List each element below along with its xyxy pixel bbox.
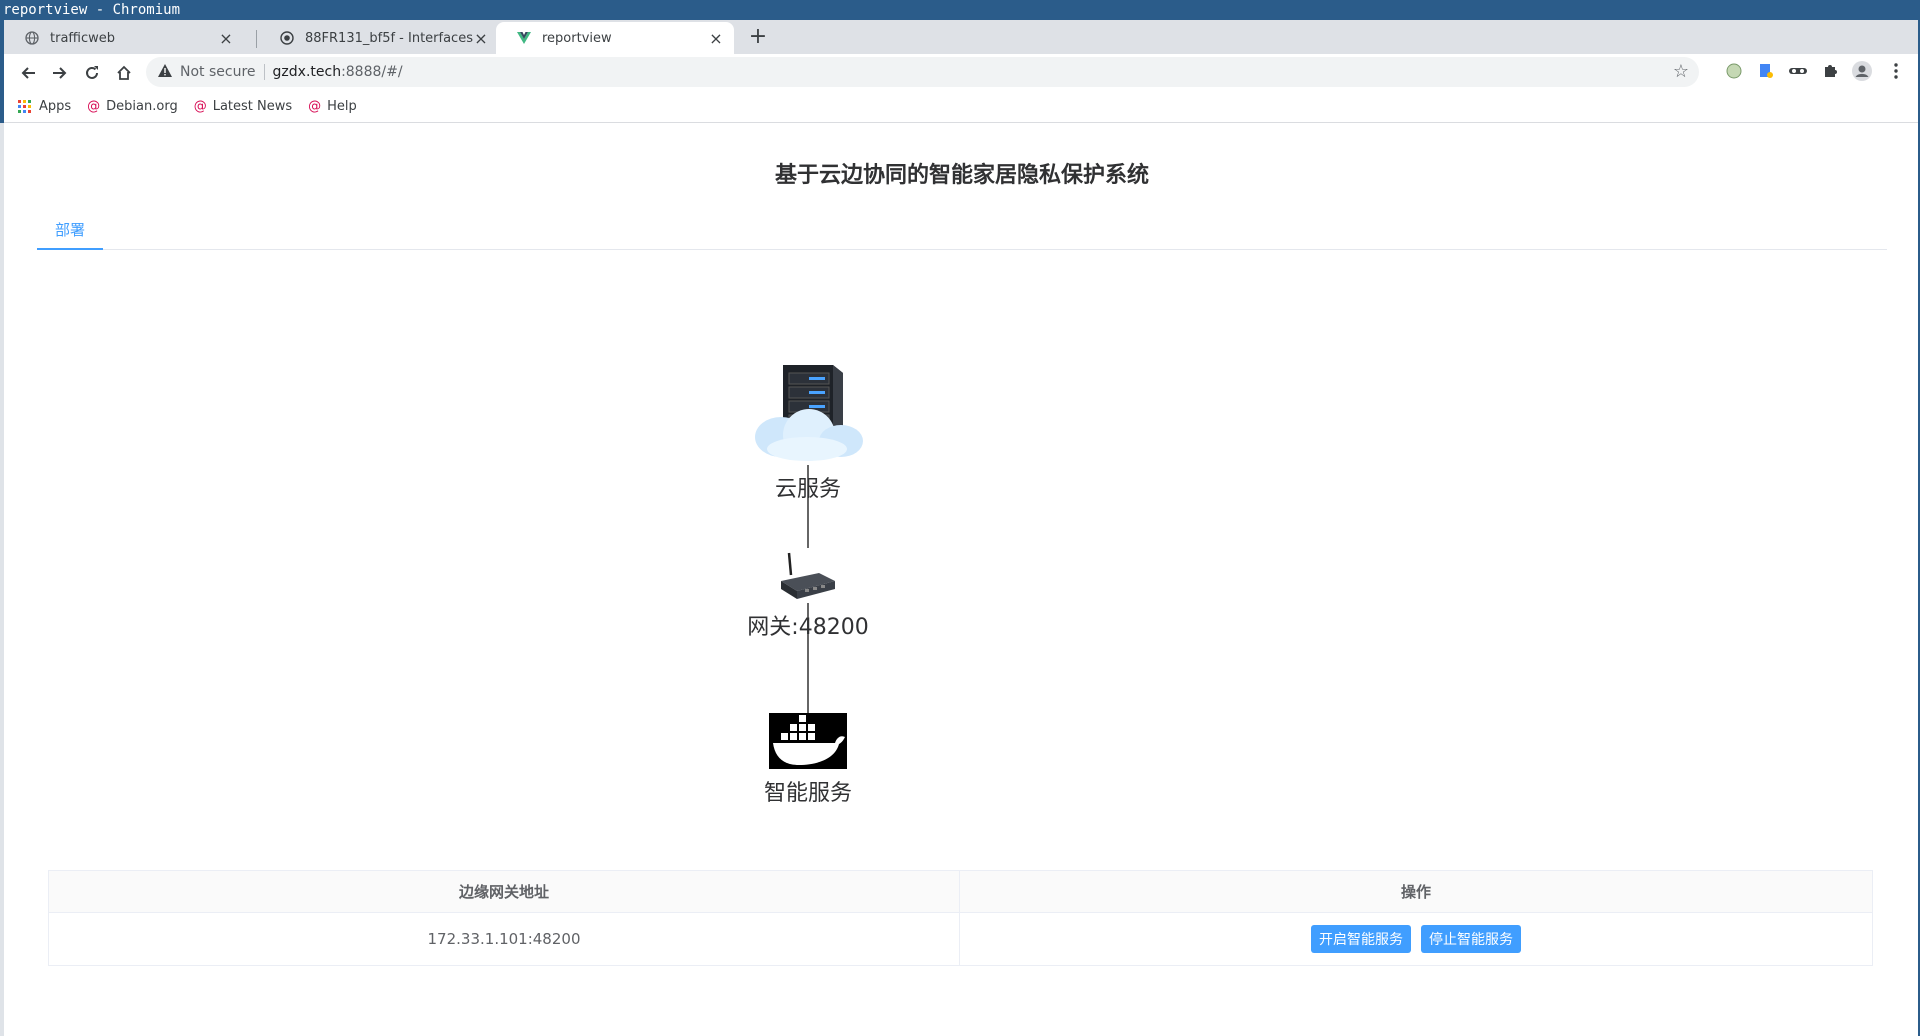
window-title-bar: reportview - Chromium [0,0,1920,20]
close-icon[interactable]: × [708,29,724,48]
cloud-label: 云服务 [774,477,841,502]
close-icon[interactable]: × [218,29,234,48]
close-icon[interactable]: × [473,29,489,48]
window-title: reportview - Chromium [3,2,181,18]
header-address: 边缘网关地址 [49,871,960,912]
docker-service-icon[interactable] [769,713,847,769]
url-host: gzdx.tech [272,64,342,80]
extension-mask-icon[interactable] [1786,59,1810,83]
gateway-table: 边缘网关地址 操作 172.33.1.101:48200 开启智能服务 停止智能… [48,870,1873,966]
reload-icon[interactable] [76,57,108,89]
tab-divider [256,30,257,48]
cloud-server-icon[interactable] [753,363,865,463]
extension-document-icon[interactable] [1754,59,1778,83]
tab-label: trafficweb [50,30,116,46]
bookmark-debian[interactable]: @ Debian.org [87,99,178,114]
profile-avatar-icon[interactable] [1850,59,1874,83]
gateway-address-cell: 172.33.1.101:48200 [49,913,960,965]
debian-swirl-icon: @ [193,99,207,114]
extensions-puzzle-icon[interactable] [1818,59,1842,83]
service-label: 智能服务 [763,781,852,806]
bookmark-label: Debian.org [106,99,178,114]
extension-circle-icon[interactable] [1722,59,1746,83]
forward-icon[interactable] [44,57,76,89]
header-actions: 操作 [1400,883,1431,901]
gateway-router-icon[interactable] [779,551,837,601]
stop-service-button[interactable]: 停止智能服务 [1421,925,1521,953]
security-label[interactable]: Not secure [180,64,256,80]
debian-swirl-icon: @ [87,99,101,114]
url-path: :8888/#/ [341,64,403,80]
omnibox-divider [263,64,265,80]
browser-toolbar: Not secure gzdx.tech:8888/#/ ☆ [4,54,1920,91]
address-bar[interactable]: Not secure gzdx.tech:8888/#/ ☆ [146,57,1699,87]
back-icon[interactable] [12,57,44,89]
new-tab-button[interactable]: + [744,24,772,52]
home-icon[interactable] [108,57,140,89]
tab-label: 88FR131_bf5f - Interfaces [305,30,473,46]
globe-icon [24,30,40,46]
menu-kebab-icon[interactable] [1884,59,1908,83]
tab-strip: trafficweb × 88FR131_bf5f - Interfaces ×… [4,20,1920,54]
bookmarks-bar: Apps @ Debian.org @ Latest News @ Help [4,91,1920,123]
bookmark-label: Apps [39,99,72,114]
gateway-label: 网关:48200 [747,615,869,640]
camera-icon [279,30,295,46]
page-content: 基于云边协同的智能家居隐私保护系统 部署 云服务 网关:48200 智能服务 边… [4,123,1920,1036]
start-service-button[interactable]: 开启智能服务 [1311,925,1411,953]
bookmark-label: Help [327,99,357,114]
bookmark-star-icon[interactable]: ☆ [1673,61,1689,82]
apps-grid-icon [18,100,31,113]
vue-icon [516,30,532,46]
table-header-row: 边缘网关地址 操作 [49,871,1872,913]
actions-cell: 开启智能服务 停止智能服务 [960,913,1872,965]
bookmark-label: Latest News [212,99,293,114]
bookmark-help[interactable]: @ Help [308,99,357,114]
tab-trafficweb[interactable]: trafficweb × [4,22,244,54]
table-row: 172.33.1.101:48200 开启智能服务 停止智能服务 [49,913,1872,965]
bookmark-apps[interactable]: Apps [18,99,71,114]
debian-swirl-icon: @ [308,99,322,114]
warning-icon [158,63,172,81]
tab-reportview[interactable]: reportview × [496,22,734,54]
topology-diagram: 云服务 网关:48200 智能服务 [4,123,1920,823]
bookmark-latest-news[interactable]: @ Latest News [194,99,292,114]
tab-label: reportview [542,30,612,46]
tab-interfaces[interactable]: 88FR131_bf5f - Interfaces × [259,22,499,54]
topology-lines [807,465,809,718]
